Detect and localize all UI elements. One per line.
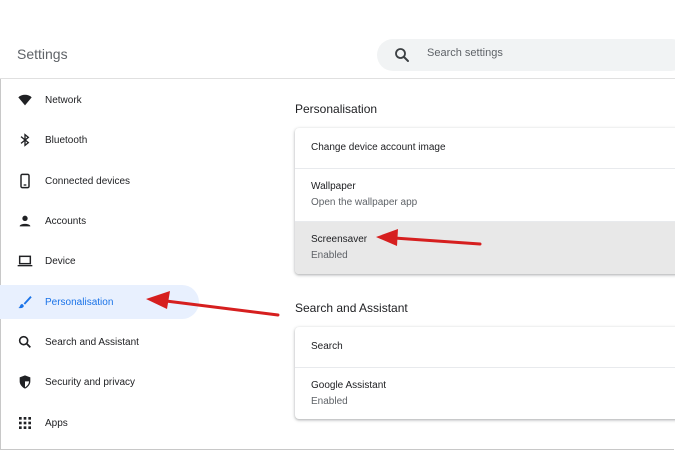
sidebar-item-label: Apps (45, 417, 68, 429)
sidebar-item-device[interactable]: Device (0, 244, 199, 278)
phone-icon (20, 173, 30, 189)
row-google-assistant[interactable]: Google Assistant Enabled (295, 367, 675, 419)
row-title: Google Assistant (311, 380, 387, 391)
sidebar-item-label: Device (45, 255, 76, 267)
shield-icon (19, 375, 31, 389)
search-icon[interactable] (393, 46, 411, 64)
sidebar-item-search-and-assistant[interactable]: Search and Assistant (0, 325, 199, 359)
row-title: Wallpaper (311, 181, 356, 192)
wifi-icon (18, 94, 32, 106)
sidebar-item-label: Bluetooth (45, 134, 88, 146)
sidebar-item-label: Search and Assistant (45, 336, 139, 348)
sidebar-item-bluetooth[interactable]: Bluetooth (0, 123, 199, 157)
app-title: Settings (17, 46, 68, 62)
row-wallpaper[interactable]: Wallpaper Open the wallpaper app (295, 168, 675, 221)
laptop-icon (17, 255, 33, 267)
sidebar-item-connected-devices[interactable]: Connected devices (0, 164, 199, 198)
apps-grid-icon (19, 417, 31, 429)
sidebar-item-personalisation[interactable]: Personalisation (0, 285, 199, 319)
search-box[interactable] (377, 39, 675, 71)
personalisation-card: Change device account image Wallpaper Op… (295, 128, 675, 274)
sidebar: Network Bluetooth Connected devices Acco… (0, 80, 200, 450)
search-input[interactable] (427, 47, 647, 59)
header: Settings (0, 0, 675, 79)
sidebar-item-label: Network (45, 94, 82, 106)
row-subtitle: Enabled (311, 396, 348, 407)
row-subtitle: Enabled (311, 250, 348, 261)
sidebar-item-label: Security and privacy (45, 376, 136, 388)
sidebar-item-network[interactable]: Network (0, 83, 199, 117)
person-icon (19, 215, 31, 227)
row-search[interactable]: Search (295, 327, 675, 367)
sidebar-item-accounts[interactable]: Accounts (0, 204, 199, 238)
sidebar-item-apps[interactable]: Apps (0, 406, 199, 440)
row-screensaver[interactable]: Screensaver Enabled (295, 221, 675, 274)
sidebar-item-label: Personalisation (45, 296, 114, 308)
row-subtitle: Open the wallpaper app (311, 197, 418, 208)
brush-icon (18, 296, 32, 309)
search-assistant-card: Search Google Assistant Enabled (295, 327, 675, 419)
row-title: Search (311, 341, 343, 352)
section-title-search-and-assistant: Search and Assistant (295, 301, 408, 315)
section-title-personalisation: Personalisation (295, 102, 378, 116)
search-icon (18, 335, 31, 348)
row-title: Change device account image (311, 142, 446, 153)
sidebar-item-label: Accounts (45, 215, 87, 227)
sidebar-item-security-and-privacy[interactable]: Security and privacy (0, 365, 199, 399)
bluetooth-icon (20, 133, 30, 147)
row-change-device-account-image[interactable]: Change device account image (295, 128, 675, 168)
sidebar-item-label: Connected devices (45, 175, 131, 187)
row-title: Screensaver (311, 234, 368, 245)
